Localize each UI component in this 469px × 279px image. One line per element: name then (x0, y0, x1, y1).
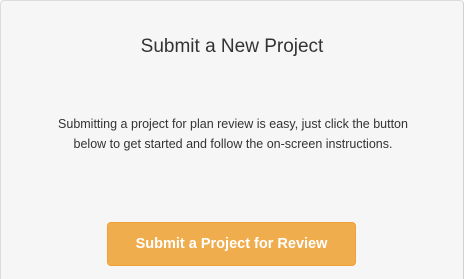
card-description: Submitting a project for plan review is … (58, 117, 408, 151)
card-title: Submit a New Project (140, 36, 324, 57)
submit-project-card: Submit a New Project Submitting a projec… (0, 0, 464, 279)
submit-project-button[interactable]: Submit a Project for Review (107, 222, 356, 266)
